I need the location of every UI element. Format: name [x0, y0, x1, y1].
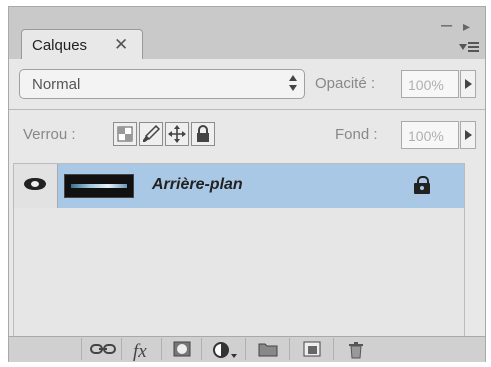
fill-slider-button[interactable] [460, 121, 476, 149]
arrow-right-icon [465, 79, 472, 89]
layer-row[interactable]: Arrière-plan [14, 164, 464, 208]
layers-list: Arrière-plan [13, 163, 465, 359]
mask-icon [173, 341, 191, 357]
panel-bottom-toolbar: fx [9, 336, 485, 362]
close-icon[interactable]: ✕ [114, 35, 128, 55]
adjustment-layer-button[interactable] [201, 338, 245, 360]
collapse-icon[interactable]: ▸ [463, 19, 470, 33]
lock-label: Verrou : [23, 126, 76, 143]
divider [9, 109, 485, 110]
fill-label: Fond : [335, 126, 378, 143]
opacity-label: Opacité : [315, 75, 376, 92]
lock-image-button[interactable] [139, 122, 163, 146]
brush-lock-icon [143, 124, 161, 142]
blend-mode-select[interactable]: Normal [19, 69, 305, 99]
adjustment-layer-icon [213, 342, 237, 358]
lock-transparency-button[interactable] [113, 122, 137, 146]
lock-position-button[interactable] [165, 122, 189, 146]
move-lock-icon [168, 125, 186, 143]
padlock-icon [197, 125, 209, 142]
visibility-toggle[interactable] [14, 164, 58, 208]
panel-content: Normal Opacité : 100% Verrou : Fond: 10… [9, 59, 485, 362]
delete-layer-button[interactable] [333, 338, 377, 360]
menu-lines-icon [468, 42, 479, 52]
new-layer-icon [303, 341, 321, 357]
opacity-slider-button[interactable] [460, 70, 476, 98]
blend-mode-value: Normal [32, 76, 81, 93]
link-layers-button[interactable] [81, 338, 121, 360]
layer-name[interactable]: Arrière-plan [152, 176, 243, 194]
eye-icon [24, 178, 46, 192]
panel-titlebar: – ▸ Calques ✕ [9, 7, 485, 60]
layers-panel: – ▸ Calques ✕ Normal Opacité : 100% Verr… [8, 6, 486, 362]
layer-style-button[interactable]: fx [121, 338, 161, 362]
add-mask-button[interactable] [161, 338, 201, 360]
new-layer-button[interactable] [289, 338, 333, 360]
fx-icon: fx [133, 341, 147, 362]
fill-value: 100% [408, 128, 444, 144]
lock-all-button[interactable] [191, 122, 215, 146]
opacity-input[interactable]: 100% [401, 70, 459, 98]
opacity-value: 100% [408, 77, 444, 93]
arrow-right-icon [465, 130, 472, 140]
checkerboard-lock-icon [117, 126, 133, 142]
link-icon [90, 344, 116, 354]
folder-icon [258, 343, 278, 357]
trash-icon [349, 342, 363, 359]
select-stepper-icon [286, 74, 300, 94]
blend-row: Normal Opacité : 100% [19, 69, 479, 101]
tab-calques[interactable]: Calques ✕ [21, 29, 143, 60]
fill-input[interactable]: 100% [401, 121, 459, 149]
tab-label: Calques [32, 37, 88, 54]
lock-icon [414, 176, 430, 194]
layer-thumbnail [64, 174, 134, 198]
new-group-button[interactable] [245, 338, 289, 360]
panel-menu-button[interactable] [457, 40, 481, 56]
minimize-icon[interactable]: – [441, 15, 452, 35]
chevron-down-icon [459, 44, 467, 50]
